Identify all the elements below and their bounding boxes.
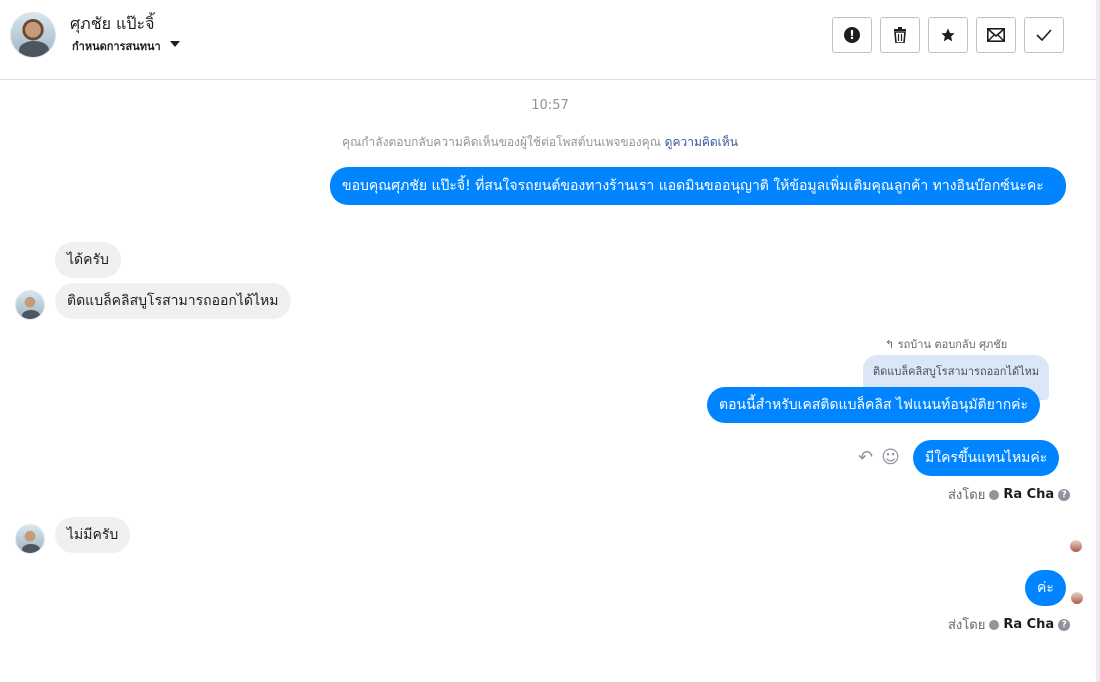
chevron-down-icon[interactable] xyxy=(170,41,180,47)
message-actions: ↶ ☺ xyxy=(858,447,900,468)
contact-avatar[interactable] xyxy=(10,12,56,58)
message-timestamp: 10:57 xyxy=(531,98,569,113)
help-icon[interactable]: ? xyxy=(1058,618,1071,631)
incoming-message[interactable]: ติดแบล็คลิสบูโรสามารถออกได้ไหม xyxy=(55,283,291,319)
conversation-header: ศุภชัย แป๊ะจิ้ กำหนดการสนทนา ! xyxy=(0,0,1096,80)
mark-spam-button[interactable]: ! xyxy=(832,17,872,53)
exclamation-circle-icon: ! xyxy=(844,27,860,43)
sent-by-name[interactable]: Ra Cha xyxy=(1003,617,1054,632)
mark-unread-button[interactable] xyxy=(976,17,1016,53)
verified-icon xyxy=(989,489,1000,500)
comment-reply-notice: คุณกำลังตอบกลับความคิดเห็นของผู้ใช้ต่อโพ… xyxy=(0,133,1080,152)
sender-avatar xyxy=(1070,591,1084,605)
contact-avatar-small[interactable] xyxy=(15,290,45,320)
emoji-react-icon[interactable]: ☺ xyxy=(881,447,900,468)
sent-by-name[interactable]: Ra Cha xyxy=(1003,487,1054,502)
outgoing-message[interactable]: ตอนนี้สำหรับเคสติดแบล็คลิส ไฟแนนท์อนุมัต… xyxy=(707,387,1041,423)
reply-icon[interactable]: ↶ xyxy=(858,447,873,468)
verified-icon xyxy=(989,619,1000,630)
outgoing-message[interactable]: ค่ะ xyxy=(1025,570,1066,606)
delete-button[interactable] xyxy=(880,17,920,53)
star-icon xyxy=(941,28,955,42)
view-comment-link[interactable]: ดูความคิดเห็น xyxy=(665,135,738,149)
messenger-window: ศุภชัย แป๊ะจิ้ กำหนดการสนทนา ! 10:57 คุณ… xyxy=(0,0,1100,682)
reply-meta-text: รถบ้าน ตอบกลับ ศุภชัย xyxy=(897,338,1008,351)
sent-by-label: ส่งโดย xyxy=(948,488,986,503)
sent-by-info: ส่งโดย Ra Cha ? xyxy=(948,614,1071,635)
contact-avatar-small[interactable] xyxy=(15,524,45,554)
reply-meta: ↰ รถบ้าน ตอบกลับ ศุภชัย xyxy=(885,335,1007,353)
check-icon xyxy=(1036,29,1052,41)
trash-icon xyxy=(894,27,906,43)
sent-by-info: ส่งโดย Ra Cha ? xyxy=(948,484,1071,505)
incoming-message[interactable]: ไม่มีครับ xyxy=(55,517,131,553)
outgoing-message[interactable]: มีใครขึ้นแทนไหมค่ะ xyxy=(913,440,1060,476)
outgoing-message[interactable]: ขอบคุณศุภชัย แป๊ะจิ้! ที่สนใจรถยนต์ของทา… xyxy=(330,167,1066,205)
assign-conversation-dropdown[interactable]: กำหนดการสนทนา xyxy=(72,37,161,55)
sent-by-label: ส่งโดย xyxy=(948,618,986,633)
contact-name[interactable]: ศุภชัย แป๊ะจิ้ xyxy=(70,12,154,37)
incoming-message[interactable]: ได้ครับ xyxy=(55,242,121,278)
help-icon[interactable]: ? xyxy=(1058,488,1071,501)
notice-text: คุณกำลังตอบกลับความคิดเห็นของผู้ใช้ต่อโพ… xyxy=(342,135,661,149)
read-receipt-avatar xyxy=(1069,539,1083,553)
reply-arrow-icon: ↰ xyxy=(885,338,895,351)
envelope-icon xyxy=(987,28,1005,42)
mark-done-button[interactable] xyxy=(1024,17,1064,53)
star-button[interactable] xyxy=(928,17,968,53)
